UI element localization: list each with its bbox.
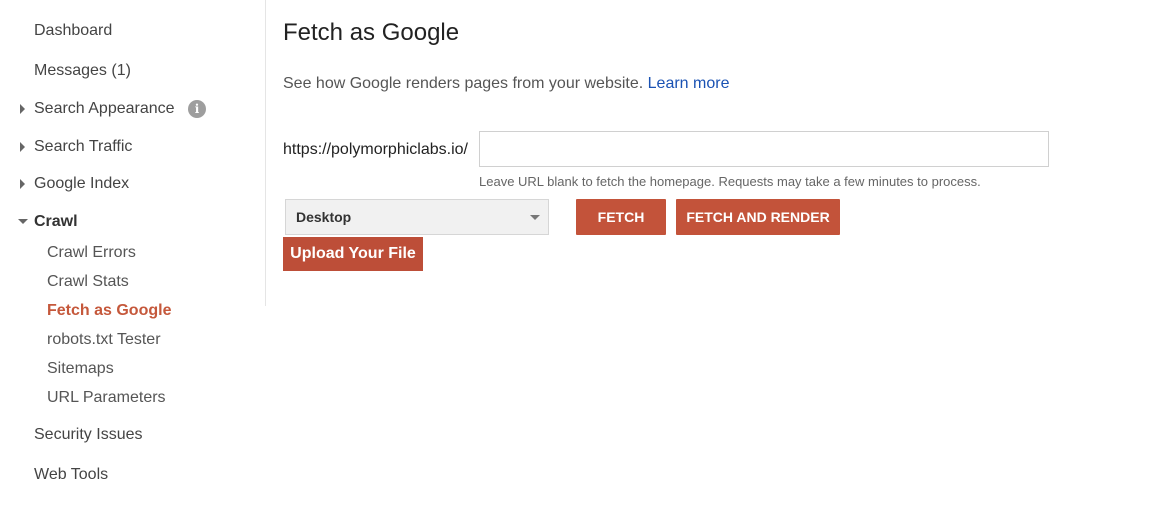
description-text: See how Google renders pages from your w… (283, 75, 648, 92)
sidebar-subitem-crawl-stats[interactable]: Crawl Stats (47, 273, 129, 291)
page-description: See how Google renders pages from your w… (283, 75, 729, 93)
sidebar-item-label: Google Index (34, 175, 130, 192)
info-icon[interactable]: i (188, 100, 206, 118)
sidebar-item-label: Dashboard (34, 22, 113, 39)
sidebar-item-label: Search Appearance (34, 100, 175, 117)
url-input[interactable] (479, 131, 1049, 167)
url-prefix: https://polymorphiclabs.io/ (283, 141, 468, 158)
sidebar-item-crawl[interactable]: Crawl (18, 213, 78, 231)
page-title: Fetch as Google (283, 19, 460, 46)
sidebar-subitem-crawl-errors[interactable]: Crawl Errors (47, 244, 136, 262)
sidebar-subitem-url-parameters[interactable]: URL Parameters (47, 389, 166, 407)
upload-file-button[interactable]: Upload Your File (283, 237, 423, 271)
device-select-value: Desktop (296, 209, 352, 225)
sidebar-subitem-robots-tester[interactable]: robots.txt Tester (47, 331, 161, 349)
sidebar-item-label: Security Issues (34, 426, 143, 443)
sidebar-subitem-sitemaps[interactable]: Sitemaps (47, 360, 114, 378)
chevron-right-icon (20, 179, 25, 189)
chevron-right-icon (20, 142, 25, 152)
sidebar-nav: Dashboard Messages (1) Search Appearance… (0, 0, 266, 306)
learn-more-link[interactable]: Learn more (648, 75, 730, 92)
sidebar-subitem-label: Crawl Stats (47, 273, 129, 290)
sidebar-item-google-index[interactable]: Google Index (20, 175, 130, 193)
sidebar-item-label: Web Tools (34, 466, 109, 483)
sidebar-subitem-label: Sitemaps (47, 360, 114, 377)
sidebar-item-search-traffic[interactable]: Search Traffic (20, 138, 133, 156)
sidebar-item-dashboard[interactable]: Dashboard (34, 22, 112, 40)
sidebar-subitem-label: Crawl Errors (47, 244, 136, 261)
sidebar-item-search-appearance[interactable]: Search Appearance i (20, 100, 206, 118)
chevron-right-icon (20, 104, 25, 114)
sidebar-item-web-tools[interactable]: Web Tools (34, 466, 108, 484)
url-hint: Leave URL blank to fetch the homepage. R… (479, 174, 981, 189)
sidebar-item-label: Crawl (34, 213, 78, 230)
sidebar-item-label: Search Traffic (34, 138, 133, 155)
sidebar-subitem-label: URL Parameters (47, 389, 166, 406)
sidebar-item-security-issues[interactable]: Security Issues (34, 426, 142, 444)
fetch-button[interactable]: FETCH (576, 199, 666, 235)
sidebar-item-label: Messages (1) (34, 62, 131, 79)
sidebar-subitem-label: Fetch as Google (47, 302, 172, 319)
chevron-down-icon (530, 215, 540, 220)
device-select[interactable]: Desktop (285, 199, 549, 235)
sidebar-item-messages[interactable]: Messages (1) (34, 62, 131, 80)
fetch-and-render-button[interactable]: FETCH AND RENDER (676, 199, 840, 235)
sidebar-subitem-fetch-as-google[interactable]: Fetch as Google (47, 302, 171, 320)
chevron-down-icon (18, 219, 28, 224)
sidebar-subitem-label: robots.txt Tester (47, 331, 161, 348)
